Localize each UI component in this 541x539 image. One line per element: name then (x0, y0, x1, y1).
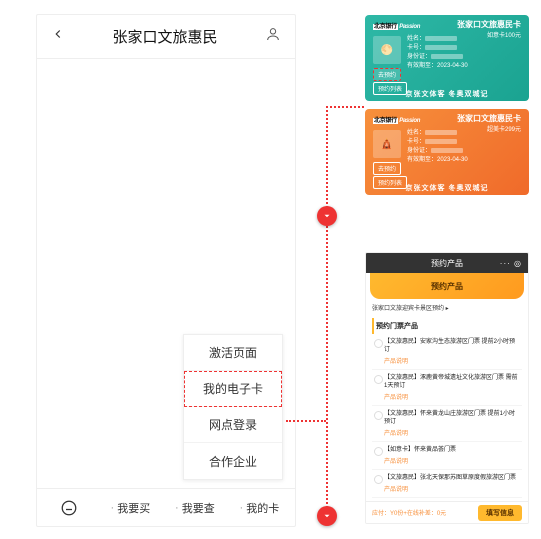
card-expire: 有效期至：2023-04-30 (407, 156, 468, 165)
phone-main: 张家口文旅惠民 激活页面 我的电子卡 网点登录 合作企业 我要买 我要查 我的卡 (36, 14, 296, 527)
nav-mycard[interactable]: 我的卡 (231, 489, 296, 526)
card-foot: 京张文体客 冬奥双城记 (365, 183, 529, 193)
reserve-footer: 应付：Y0份+在线补差：0元 填写信息 (366, 501, 528, 523)
card-info: 姓名： 卡号： 身份证： 有效期至：2023-04-30 (407, 129, 468, 165)
menu-branch-login[interactable]: 网点登录 (184, 407, 282, 443)
reserve-header: 预约产品··· ◎ (366, 253, 528, 273)
card-thumb: 🌕 (373, 36, 401, 64)
keyboard-icon[interactable] (37, 489, 102, 526)
ecard-green: 北京银行 Passion 张家口文旅惠民卡 如意卡100元 🌕 姓名： 卡号： … (365, 15, 529, 101)
menu-my-ecard[interactable]: 我的电子卡 (184, 371, 282, 407)
header: 张家口文旅惠民 (37, 15, 295, 59)
page-title: 张家口文旅惠民 (112, 26, 217, 47)
card-thumb: 🛕 (373, 130, 401, 158)
back-icon[interactable] (51, 27, 65, 46)
reserve-notice: 张家口文旅迎宾卡景区预约 ▸ (372, 305, 522, 314)
ticket-item[interactable]: 【如意卡】怀来黄品荟门票产品说明 (372, 442, 522, 470)
ticket-item[interactable]: 【文旅惠民】安家沟生态旅游区门票 提前2小时预订产品说明 (372, 334, 522, 370)
card-expire: 有效期至：2023-04-30 (407, 62, 468, 71)
reserve-banner: 预约产品 (370, 273, 524, 299)
price-label: 应付：Y0份+在线补差：0元 (372, 508, 478, 517)
ticket-item[interactable]: 【文旅惠民】怀来黄龙山庄旅游区门票 提前1小时预订产品说明 (372, 406, 522, 442)
connector (326, 106, 364, 108)
wave-deco (365, 79, 529, 89)
card-subtitle: 如意卡100元 (487, 30, 521, 39)
arrow-down-icon (317, 206, 337, 226)
bottom-nav: 我要买 我要查 我的卡 (37, 488, 295, 526)
ticket-item[interactable]: 【文旅惠民】涿鹿黄帝城遗址文化旅游区门票 需前1天预订产品说明 (372, 370, 522, 406)
nav-buy[interactable]: 我要买 (102, 489, 167, 526)
ticket-item[interactable]: 【文旅惠民】张北天保那苏图草原度假旅游区门票产品说明 (372, 470, 522, 498)
more-icon[interactable]: ··· ◎ (500, 259, 522, 268)
menu-activate[interactable]: 激活页面 (184, 335, 282, 371)
card-info: 姓名： 卡号： 身份证： 有效期至：2023-04-30 (407, 35, 468, 71)
card-subtitle: 超美卡299元 (487, 124, 521, 133)
reserve-section: 预约门票产品 【文旅惠民】安家沟生态旅游区门票 提前2小时预订产品说明 【文旅惠… (372, 318, 522, 517)
card-title: 张家口文旅惠民卡 (457, 19, 521, 30)
fill-info-button[interactable]: 填写信息 (478, 505, 522, 521)
connector (326, 106, 328, 516)
phone-reserve: 预约产品··· ◎ 预约产品 张家口文旅迎宾卡景区预约 ▸ 预约门票产品 【文旅… (365, 252, 529, 524)
nav-check[interactable]: 我要查 (166, 489, 231, 526)
popup-menu: 激活页面 我的电子卡 网点登录 合作企业 (183, 334, 283, 480)
ecard-orange: 北京银行 Passion 张家口文旅惠民卡 超美卡299元 🛕 姓名： 卡号： … (365, 109, 529, 195)
body: 激活页面 我的电子卡 网点登录 合作企业 (37, 59, 295, 488)
menu-partners[interactable]: 合作企业 (184, 443, 282, 479)
wave-deco (365, 173, 529, 183)
card-foot: 京张文体客 冬奥双城记 (365, 89, 529, 99)
section-title: 预约门票产品 (372, 318, 522, 334)
card-title: 张家口文旅惠民卡 (457, 113, 521, 124)
profile-icon[interactable] (265, 26, 281, 47)
connector (286, 420, 326, 422)
arrow-down-icon (317, 506, 337, 526)
